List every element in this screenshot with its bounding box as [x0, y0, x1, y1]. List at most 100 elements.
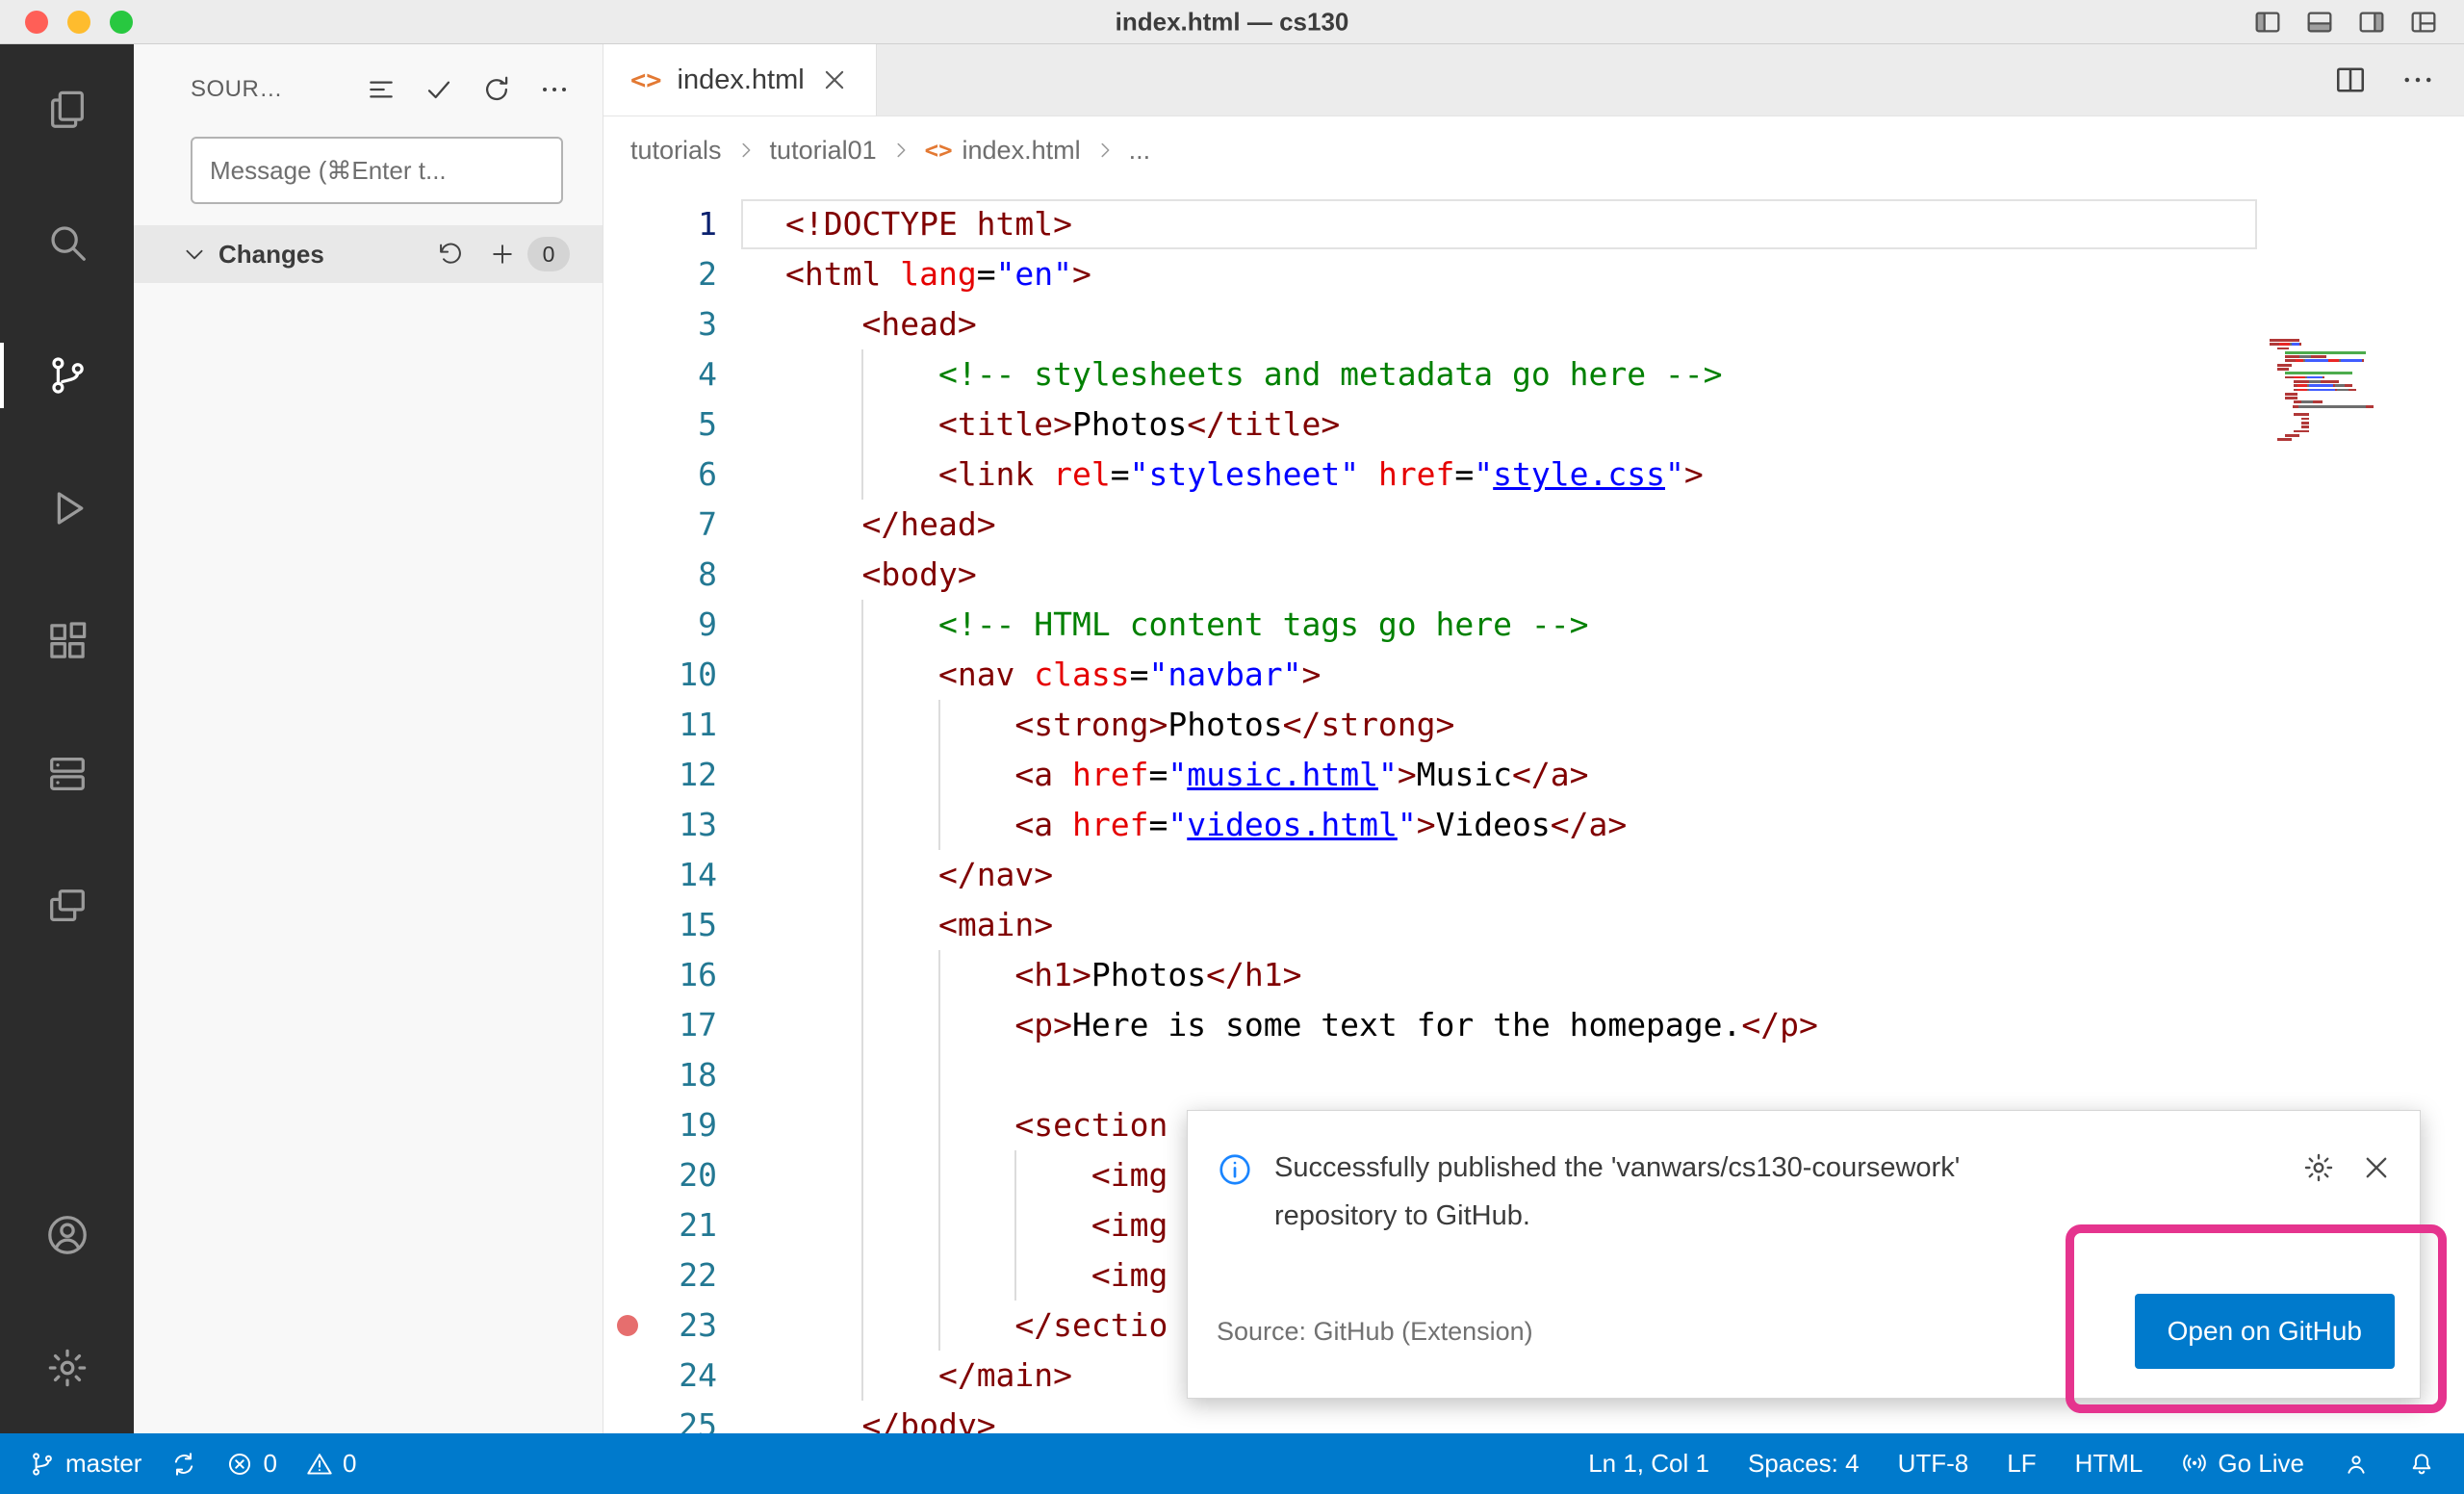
gutter[interactable]: 16	[603, 950, 785, 1000]
gutter[interactable]: 19	[603, 1100, 785, 1150]
code-text: <!-- stylesheets and metadata go here --…	[785, 349, 2464, 399]
code-row[interactable]: 12 <a href="music.html">Music</a>	[603, 750, 2464, 800]
gutter[interactable]: 18	[603, 1050, 785, 1100]
more-actions-icon[interactable]	[539, 74, 570, 105]
gutter[interactable]: 22	[603, 1250, 785, 1301]
close-window-button[interactable]	[25, 11, 48, 34]
status-feedback[interactable]	[2335, 1433, 2377, 1494]
code-row[interactable]: 4 <!-- stylesheets and metadata go here …	[603, 349, 2464, 399]
code-row[interactable]: 15 <main>	[603, 900, 2464, 950]
code-row[interactable]: 2<html lang="en">	[603, 249, 2464, 299]
activity-item-run-debug[interactable]	[0, 476, 134, 541]
html-file-icon: <>	[630, 65, 662, 95]
code-row[interactable]: 25 </body>	[603, 1401, 2464, 1433]
activity-item-remote-explorer[interactable]	[0, 741, 134, 807]
breadcrumb-item[interactable]: tutorials	[630, 136, 722, 166]
activity-item-explorer[interactable]	[0, 77, 134, 142]
gutter[interactable]: 17	[603, 1000, 785, 1050]
minimap[interactable]	[2270, 339, 2374, 442]
code-row[interactable]: 17 <p>Here is some text for the homepage…	[603, 1000, 2464, 1050]
gutter[interactable]: 10	[603, 650, 785, 700]
gutter[interactable]: 23	[603, 1301, 785, 1351]
code-row[interactable]: 14 </nav>	[603, 850, 2464, 900]
status-go-live[interactable]: Go Live	[2173, 1433, 2312, 1494]
gutter[interactable]: 11	[603, 700, 785, 750]
commit-icon[interactable]	[424, 74, 454, 105]
gutter[interactable]: 4	[603, 349, 785, 399]
gutter[interactable]: 20	[603, 1150, 785, 1200]
gutter[interactable]: 9	[603, 600, 785, 650]
gutter[interactable]: 13	[603, 800, 785, 850]
code-row[interactable]: 6 <link rel="stylesheet" href="style.css…	[603, 450, 2464, 500]
code-row[interactable]: 1<!DOCTYPE html>	[603, 199, 2464, 249]
gutter[interactable]: 2	[603, 249, 785, 299]
gutter[interactable]: 12	[603, 750, 785, 800]
gutter[interactable]: 15	[603, 900, 785, 950]
gutter[interactable]: 3	[603, 299, 785, 349]
status-encoding[interactable]: UTF-8	[1890, 1433, 1977, 1494]
code-row[interactable]: 10 <nav class="navbar">	[603, 650, 2464, 700]
commit-message-input[interactable]	[191, 137, 563, 204]
split-editor-icon[interactable]	[2333, 63, 2368, 97]
line-number: 4	[698, 355, 717, 393]
gutter[interactable]: 7	[603, 500, 785, 550]
gutter[interactable]: 8	[603, 550, 785, 600]
refresh-icon[interactable]	[481, 74, 512, 105]
open-on-github-button[interactable]: Open on GitHub	[2135, 1294, 2395, 1369]
layout-panel-icon[interactable]	[2304, 7, 2335, 38]
layout-sidebar-right-icon[interactable]	[2356, 7, 2387, 38]
code-row[interactable]: 8 <body>	[603, 550, 2464, 600]
breadcrumb-item[interactable]: <>index.html	[925, 136, 1081, 166]
activity-item-search[interactable]	[0, 210, 134, 275]
status-branch[interactable]: master	[21, 1433, 149, 1494]
zoom-window-button[interactable]	[110, 11, 133, 34]
gutter[interactable]: 6	[603, 450, 785, 500]
changes-section-label: Changes	[218, 240, 324, 270]
activity-item-extensions[interactable]	[0, 608, 134, 674]
indent-guide	[938, 1200, 940, 1250]
gutter[interactable]: 24	[603, 1351, 785, 1401]
status-sync[interactable]	[163, 1433, 205, 1494]
tab-index-html[interactable]: <> index.html	[603, 44, 877, 116]
changes-section-row[interactable]: Changes 0	[134, 225, 603, 283]
code-row[interactable]: 13 <a href="videos.html">Videos</a>	[603, 800, 2464, 850]
stage-all-changes-icon[interactable]	[489, 241, 516, 268]
status-errors[interactable]: 0	[218, 1433, 284, 1494]
status-notifications[interactable]	[2400, 1433, 2443, 1494]
activity-item-settings[interactable]	[0, 1335, 134, 1401]
chevron-down-icon[interactable]	[182, 242, 207, 267]
activity-item-account[interactable]	[0, 1202, 134, 1268]
gutter[interactable]: 1	[603, 199, 785, 249]
gutter[interactable]: 5	[603, 399, 785, 450]
view-and-sort-icon[interactable]	[366, 74, 397, 105]
gear-icon[interactable]	[2302, 1151, 2335, 1184]
code-row[interactable]: 9 <!-- HTML content tags go here -->	[603, 600, 2464, 650]
code-row[interactable]: 16 <h1>Photos</h1>	[603, 950, 2464, 1000]
layout-customize-icon[interactable]	[2408, 7, 2439, 38]
status-eol[interactable]: LF	[1999, 1433, 2043, 1494]
code-row[interactable]: 3 <head>	[603, 299, 2464, 349]
line-number: 5	[698, 405, 717, 443]
activity-item-source-control[interactable]	[0, 343, 134, 408]
discard-all-changes-icon[interactable]	[437, 241, 464, 268]
code-row[interactable]: 11 <strong>Photos</strong>	[603, 700, 2464, 750]
gutter[interactable]: 25	[603, 1401, 785, 1433]
status-language-mode[interactable]: HTML	[2067, 1433, 2151, 1494]
more-actions-icon[interactable]	[2400, 63, 2435, 97]
minimize-window-button[interactable]	[67, 11, 90, 34]
code-row[interactable]: 7 </head>	[603, 500, 2464, 550]
layout-sidebar-left-icon[interactable]	[2252, 7, 2283, 38]
breakpoint-icon[interactable]	[617, 1315, 638, 1336]
gutter[interactable]: 21	[603, 1200, 785, 1250]
activity-item-windows[interactable]	[0, 874, 134, 940]
code-row[interactable]: 5 <title>Photos</title>	[603, 399, 2464, 450]
code-row[interactable]: 18	[603, 1050, 2464, 1100]
close-icon[interactable]	[2360, 1151, 2393, 1184]
status-cursor-position[interactable]: Ln 1, Col 1	[1580, 1433, 1717, 1494]
breadcrumb-item[interactable]: ...	[1129, 136, 1151, 166]
status-indentation[interactable]: Spaces: 4	[1740, 1433, 1867, 1494]
breadcrumb-item[interactable]: tutorial01	[770, 136, 877, 166]
gutter[interactable]: 14	[603, 850, 785, 900]
close-tab-icon[interactable]	[820, 65, 849, 94]
status-warnings[interactable]: 0	[298, 1433, 364, 1494]
